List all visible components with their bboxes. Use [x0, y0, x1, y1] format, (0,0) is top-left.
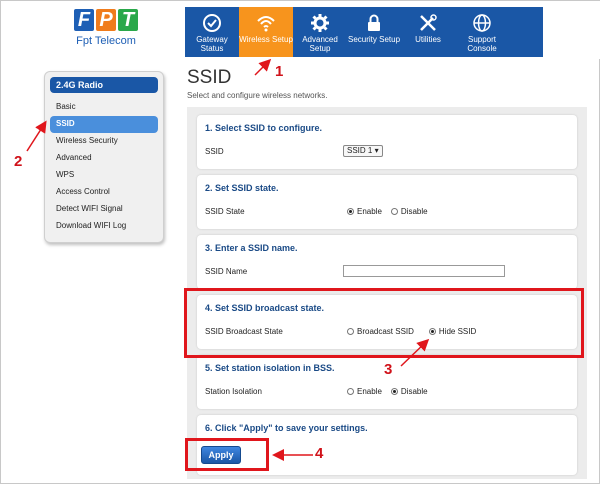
section-title: 3. Enter a SSID name.	[205, 243, 298, 253]
wifi-icon	[257, 16, 275, 32]
tools-icon	[420, 14, 437, 31]
sidebar-item-download-log[interactable]: Download WIFI Log	[50, 218, 158, 235]
ssid-label: SSID	[205, 147, 224, 156]
annotation-number-1: 1	[275, 63, 284, 80]
section-select-ssid: 1. Select SSID to configure. SSID SSID 1…	[197, 115, 577, 169]
sidebar-item-wireless-security[interactable]: Wireless Security	[50, 133, 158, 150]
tab-label: Wireless Setup	[239, 35, 293, 44]
radio-label: Disable	[400, 207, 428, 216]
annotation-number-4: 4	[315, 445, 324, 462]
sidebar: 2.4G Radio Basic SSID Wireless Security …	[44, 71, 164, 243]
tab-security-setup[interactable]: Security Setup	[347, 7, 401, 57]
logo-letter-t: T	[118, 9, 138, 31]
page-title: SSID	[187, 67, 232, 88]
logo-letter-p: P	[96, 9, 116, 31]
ssid-state-label: SSID State	[205, 207, 245, 216]
tab-advanced-setup[interactable]: Advanced Setup	[293, 7, 347, 57]
ssid-select[interactable]: SSID 1 ▾	[343, 145, 383, 157]
arrow-1	[254, 58, 272, 76]
arrow-2	[26, 120, 47, 152]
highlight-box-broadcast	[184, 288, 584, 358]
ssid-name-input[interactable]	[343, 265, 505, 277]
tab-label: Support Console	[467, 35, 497, 53]
radio-label: Enable	[357, 207, 382, 216]
radio-label: Disable	[400, 387, 428, 396]
tab-label: Gateway Status	[196, 35, 228, 53]
sidebar-item-ssid[interactable]: SSID	[50, 116, 158, 133]
tab-wireless-setup[interactable]: Wireless Setup	[239, 7, 293, 57]
sidebar-item-access-control[interactable]: Access Control	[50, 184, 158, 201]
globe-icon	[473, 14, 491, 32]
isolation-enable-radio[interactable]	[347, 388, 354, 395]
brand-name: Fpt Telecom	[76, 35, 136, 47]
sidebar-header: 2.4G Radio	[50, 77, 158, 93]
header: F P T Fpt Telecom Gateway Status Wireles…	[1, 1, 600, 59]
ssid-state-enable-radio[interactable]	[347, 208, 354, 215]
tab-support-console[interactable]: Support Console	[455, 7, 509, 57]
radio-label: Enable	[357, 387, 382, 396]
tab-utilities[interactable]: Utilities	[401, 7, 455, 57]
tab-label: Utilities	[415, 35, 441, 44]
highlight-box-apply	[185, 438, 269, 471]
section-ssid-name: 3. Enter a SSID name. SSID Name	[197, 235, 577, 289]
sidebar-item-detect-wifi[interactable]: Detect WIFI Signal	[50, 201, 158, 218]
page-subtitle: Select and configure wireless networks.	[187, 91, 328, 100]
sidebar-item-basic[interactable]: Basic	[50, 99, 158, 116]
tab-label: Security Setup	[347, 35, 401, 44]
lock-icon	[368, 14, 380, 31]
ssid-name-label: SSID Name	[205, 267, 248, 276]
check-circle-icon	[203, 14, 221, 32]
sidebar-item-wps[interactable]: WPS	[50, 167, 158, 184]
tab-label: Advanced Setup	[302, 35, 338, 53]
logo-letter-f: F	[74, 9, 94, 31]
annotation-number-3: 3	[384, 361, 393, 378]
sidebar-item-advanced[interactable]: Advanced	[50, 150, 158, 167]
section-ssid-state: 2. Set SSID state. SSID State Enable Dis…	[197, 175, 577, 229]
section-title: 1. Select SSID to configure.	[205, 123, 323, 133]
section-title: 6. Click "Apply" to save your settings.	[205, 423, 368, 433]
top-nav: Gateway Status Wireless Setup Advanced S…	[185, 7, 543, 57]
gear-icon	[311, 14, 329, 32]
ssid-state-disable-radio[interactable]	[390, 208, 398, 215]
section-title: 2. Set SSID state.	[205, 183, 279, 193]
fpt-logo: F P T Fpt Telecom	[71, 9, 141, 54]
tab-gateway-status[interactable]: Gateway Status	[185, 7, 239, 57]
annotation-number-2: 2	[14, 153, 23, 170]
station-isolation-label: Station Isolation	[205, 387, 262, 396]
isolation-disable-radio[interactable]	[390, 388, 398, 395]
